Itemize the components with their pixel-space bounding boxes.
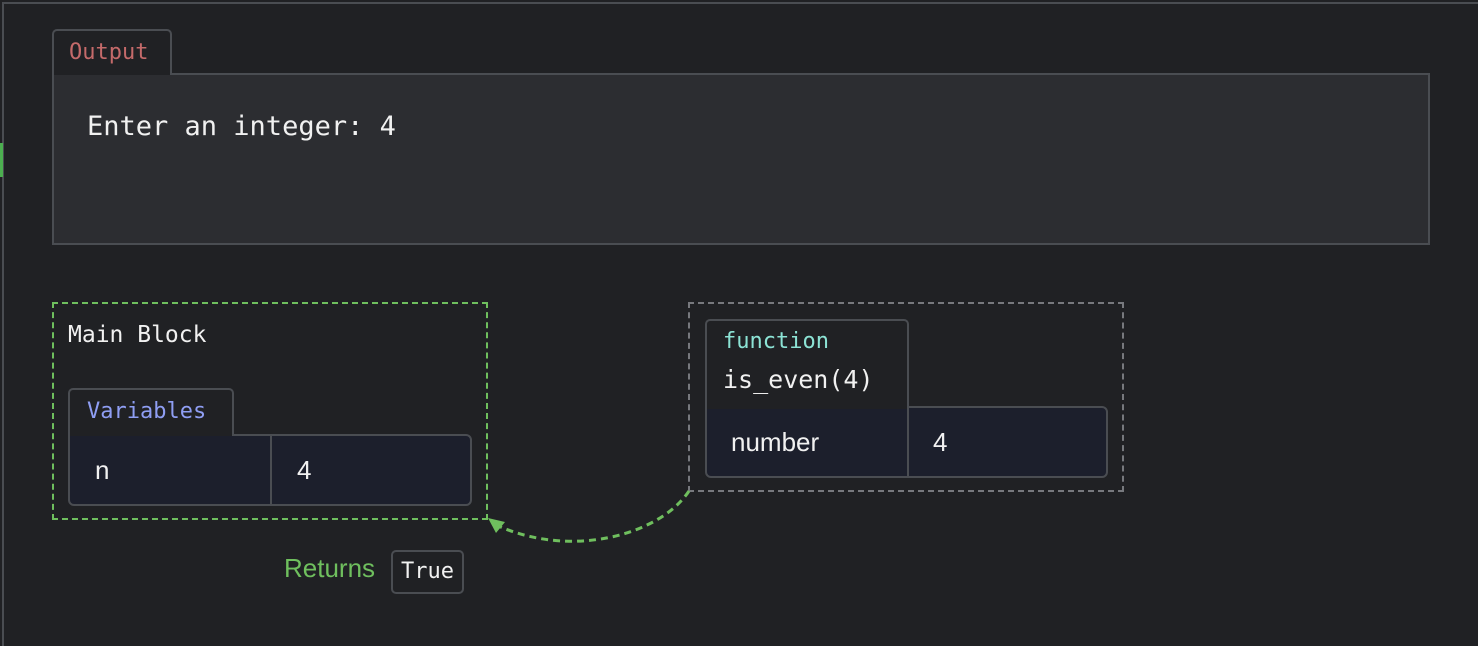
function-header: function is_even(4) [705,319,909,409]
returns-label: Returns [284,553,376,583]
variables-table: n 4 [68,434,472,506]
variable-value: 4 [297,454,312,485]
output-tab[interactable]: Output [52,29,172,75]
main-block-title: Main Block [68,322,207,348]
returns-value-badge: True [391,550,464,594]
function-signature: is_even(4) [723,365,874,394]
current-line-marker [0,143,3,177]
output-text: Enter an integer: 4 [87,111,396,142]
main-block-frame: Main Block Variables n 4 [52,302,488,520]
function-frame: function is_even(4) number 4 [688,302,1124,492]
function-params-table: number 4 [705,406,1108,478]
function-kind-label: function [723,329,829,354]
output-console: Enter an integer: 4 [52,73,1430,245]
param-name: number [707,408,909,476]
variable-name: n [70,436,272,504]
variables-tab: Variables [68,388,234,436]
param-value: 4 [933,426,948,457]
